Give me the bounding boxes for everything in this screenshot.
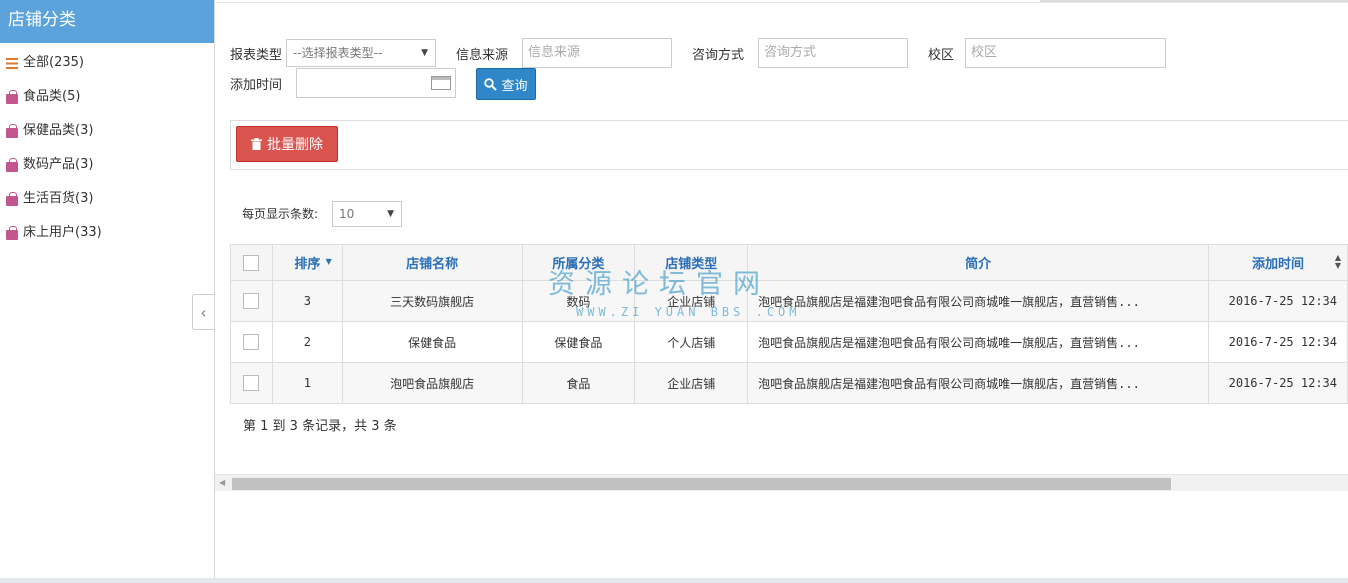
shopping-bag-icon xyxy=(6,191,18,206)
query-button[interactable]: 查询 xyxy=(476,68,536,100)
page-size-select[interactable]: 10 ▼ xyxy=(332,201,402,227)
cell-desc: 泡吧食品旗舰店是福建泡吧食品有限公司商城唯一旗舰店，直营销售... xyxy=(747,280,1209,322)
row-checkbox-cell xyxy=(230,321,273,363)
cell-desc: 泡吧食品旗舰店是福建泡吧食品有限公司商城唯一旗舰店，直营销售... xyxy=(747,321,1209,363)
report-type-selected: --选择报表类型-- xyxy=(293,46,383,60)
row-checkbox-cell xyxy=(230,280,273,322)
cell-type: 企业店铺 xyxy=(634,280,749,322)
query-button-label: 查询 xyxy=(501,78,528,94)
calendar-icon[interactable] xyxy=(431,76,451,90)
category-item-bedding[interactable]: 床上用户(33) xyxy=(0,216,214,250)
category-label: 床上用户(33) xyxy=(23,225,102,240)
cell-order: 1 xyxy=(271,362,343,404)
cell-time: 2016-7-25 12:34 xyxy=(1208,280,1348,322)
campus-label: 校区 xyxy=(928,48,955,63)
list-icon xyxy=(6,57,18,69)
campus-input[interactable]: 校区 xyxy=(965,38,1166,68)
sidebar: 店铺分类 全部(235) 食品类(5) 保健品类(3) 数码产品(3) 生活百货… xyxy=(0,0,215,578)
cell-name: 保健食品 xyxy=(341,321,523,363)
select-all-checkbox[interactable] xyxy=(243,254,260,271)
table-row[interactable]: 3 三天数码旗舰店 数码 企业店铺 泡吧食品旗舰店是福建泡吧食品有限公司商城唯一… xyxy=(230,280,1348,322)
cell-category: 数码 xyxy=(521,280,636,322)
shopping-bag-icon xyxy=(6,89,18,104)
report-type-select[interactable]: --选择报表类型-- ▼ xyxy=(286,39,436,67)
category-label: 全部(235) xyxy=(23,55,84,70)
date-input[interactable] xyxy=(296,68,456,98)
table-row[interactable]: 1 泡吧食品旗舰店 食品 企业店铺 泡吧食品旗舰店是福建泡吧食品有限公司商城唯一… xyxy=(230,362,1348,404)
cell-type: 企业店铺 xyxy=(634,362,749,404)
category-list: 全部(235) 食品类(5) 保健品类(3) 数码产品(3) 生活百货(3) 床… xyxy=(0,43,214,250)
row-checkbox-cell xyxy=(230,362,273,404)
batch-delete-label: 批量删除 xyxy=(267,137,323,153)
search-icon xyxy=(484,77,498,91)
column-header-category[interactable]: 所属分类 xyxy=(521,244,636,281)
source-label: 信息来源 xyxy=(456,48,509,63)
category-item-digital[interactable]: 数码产品(3) xyxy=(0,148,214,182)
category-label: 保健品类(3) xyxy=(23,123,94,138)
batch-delete-button[interactable]: 批量删除 xyxy=(236,126,338,162)
category-item-health[interactable]: 保健品类(3) xyxy=(0,114,214,148)
store-table: 排序 ▼ 店铺名称 所属分类 店铺类型 简介 添加时间 ▲ ▼ 3 三天数码旗舰店 数… xyxy=(230,244,1348,404)
cell-type: 个人店铺 xyxy=(634,321,749,363)
caret-down-icon: ▼ xyxy=(421,48,428,58)
sort-desc-icon: ▼ xyxy=(325,257,332,266)
scrollbar-thumb[interactable] xyxy=(232,478,1171,490)
cell-order: 3 xyxy=(271,280,343,322)
row-checkbox[interactable] xyxy=(243,375,260,391)
table-row[interactable]: 2 保健食品 保健食品 个人店铺 泡吧食品旗舰店是福建泡吧食品有限公司商城唯一旗… xyxy=(230,321,1348,363)
cell-category: 保健食品 xyxy=(521,321,636,363)
row-checkbox[interactable] xyxy=(243,293,260,309)
toolbar xyxy=(230,120,1348,170)
chevron-left-icon: ‹ xyxy=(200,302,207,322)
column-header-order[interactable]: 排序 ▼ xyxy=(271,244,343,281)
cell-category: 食品 xyxy=(521,362,636,404)
pagination-summary: 第 1 到 3 条记录，共 3 条 xyxy=(243,419,397,434)
category-label: 生活百货(3) xyxy=(23,191,94,206)
column-header-type[interactable]: 店铺类型 xyxy=(634,244,749,281)
sidebar-title: 店铺分类 xyxy=(0,0,214,43)
shopping-bag-icon xyxy=(6,157,18,172)
scroll-left-icon[interactable]: ◀ xyxy=(219,478,225,487)
cell-name: 三天数码旗舰店 xyxy=(341,280,523,322)
source-input[interactable]: 信息来源 xyxy=(522,38,672,68)
page-size-selected: 10 xyxy=(339,207,355,221)
caret-down-icon: ▼ xyxy=(387,209,394,219)
page-size-label: 每页显示条数: xyxy=(242,207,319,221)
category-label: 食品类(5) xyxy=(23,89,81,104)
category-item-all[interactable]: 全部(235) xyxy=(0,46,214,80)
consult-input[interactable]: 咨询方式 xyxy=(758,38,908,68)
category-label: 数码产品(3) xyxy=(23,157,94,172)
date-label: 添加时间 xyxy=(230,78,283,93)
bottom-bar xyxy=(0,578,1348,583)
horizontal-scrollbar[interactable]: ◀ xyxy=(215,474,1348,491)
cell-time: 2016-7-25 12:34 xyxy=(1208,321,1348,363)
table-header-row: 排序 ▼ 店铺名称 所属分类 店铺类型 简介 添加时间 ▲ ▼ xyxy=(230,244,1348,281)
column-header-name[interactable]: 店铺名称 xyxy=(341,244,523,281)
sort-both-icon: ▲ ▼ xyxy=(1334,253,1341,270)
shopping-bag-icon xyxy=(6,225,18,240)
cell-desc: 泡吧食品旗舰店是福建泡吧食品有限公司商城唯一旗舰店，直营销售... xyxy=(747,362,1209,404)
report-type-label: 报表类型 xyxy=(230,48,283,63)
consult-label: 咨询方式 xyxy=(692,48,745,63)
sidebar-collapse-button[interactable]: ‹ xyxy=(192,294,214,330)
shopping-bag-icon xyxy=(6,123,18,138)
select-all-cell xyxy=(230,244,273,281)
row-checkbox[interactable] xyxy=(243,334,260,350)
trash-icon xyxy=(251,138,262,150)
category-item-daily[interactable]: 生活百货(3) xyxy=(0,182,214,216)
top-border-accent xyxy=(1040,0,1348,2)
cell-name: 泡吧食品旗舰店 xyxy=(341,362,523,404)
category-item-food[interactable]: 食品类(5) xyxy=(0,80,214,114)
column-header-desc[interactable]: 简介 xyxy=(747,244,1209,281)
cell-order: 2 xyxy=(271,321,343,363)
cell-time: 2016-7-25 12:34 xyxy=(1208,362,1348,404)
column-header-time[interactable]: 添加时间 ▲ ▼ xyxy=(1208,244,1348,281)
